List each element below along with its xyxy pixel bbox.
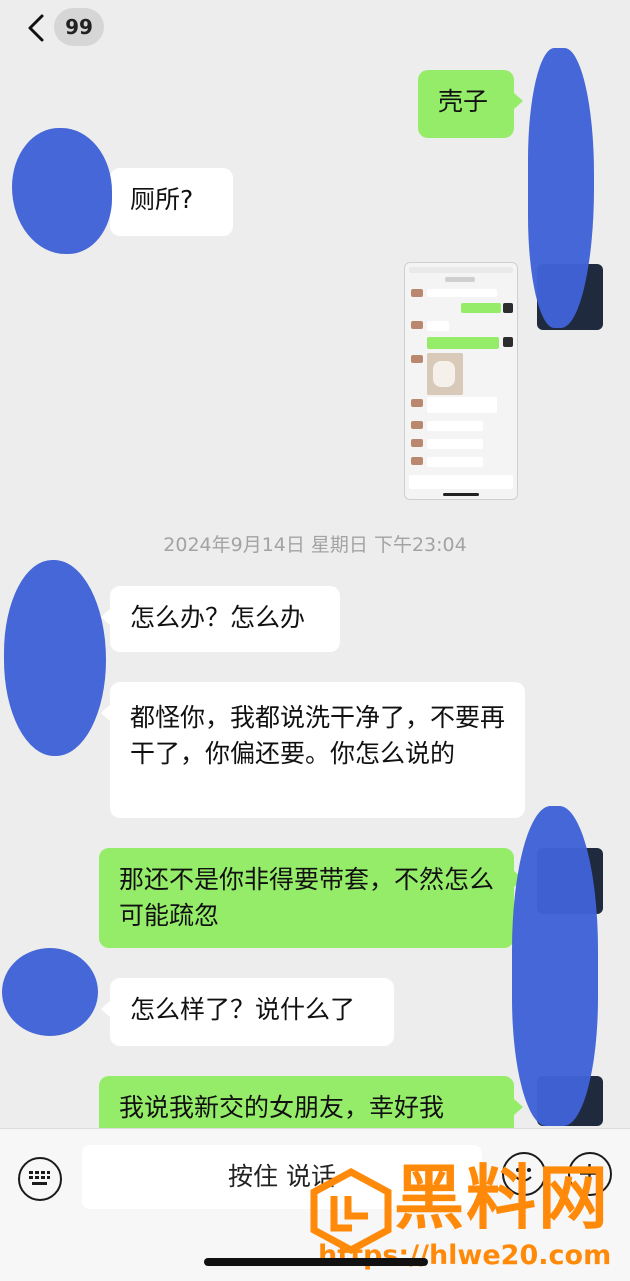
watermark-brand: 黑料网 bbox=[394, 1157, 610, 1239]
redaction-scribble bbox=[512, 806, 598, 1126]
watermark-url: https://hlwe20.com bbox=[318, 1240, 612, 1271]
message-incoming[interactable]: 厕所? bbox=[101, 168, 233, 236]
back-button[interactable] bbox=[18, 10, 54, 46]
keyboard-toggle-button[interactable] bbox=[18, 1157, 62, 1201]
keyboard-icon bbox=[29, 1171, 50, 1185]
image-message[interactable] bbox=[404, 262, 518, 500]
home-indicator bbox=[204, 1258, 428, 1266]
unread-count-badge[interactable]: 99 bbox=[54, 8, 104, 46]
redaction-scribble bbox=[4, 560, 106, 756]
message-incoming[interactable]: 怎么样了？说什么了 bbox=[101, 978, 394, 1046]
chevron-left-icon bbox=[28, 14, 44, 42]
message-incoming[interactable]: 都怪你，我都说洗干净了，不要再干了，你偏还要。你怎么说的 bbox=[101, 682, 525, 818]
redaction-scribble bbox=[12, 128, 112, 254]
message-timestamp: 2024年9月14日 星期日 下午23:04 bbox=[163, 534, 467, 556]
message-incoming[interactable]: 怎么办？怎么办 bbox=[101, 586, 340, 652]
message-outgoing[interactable]: 壳子 bbox=[418, 70, 523, 138]
message-outgoing[interactable]: 那还不是你非得要带套，不然怎么可能疏忽 bbox=[99, 848, 523, 948]
redaction-scribble bbox=[528, 48, 594, 328]
redaction-scribble bbox=[2, 948, 98, 1036]
